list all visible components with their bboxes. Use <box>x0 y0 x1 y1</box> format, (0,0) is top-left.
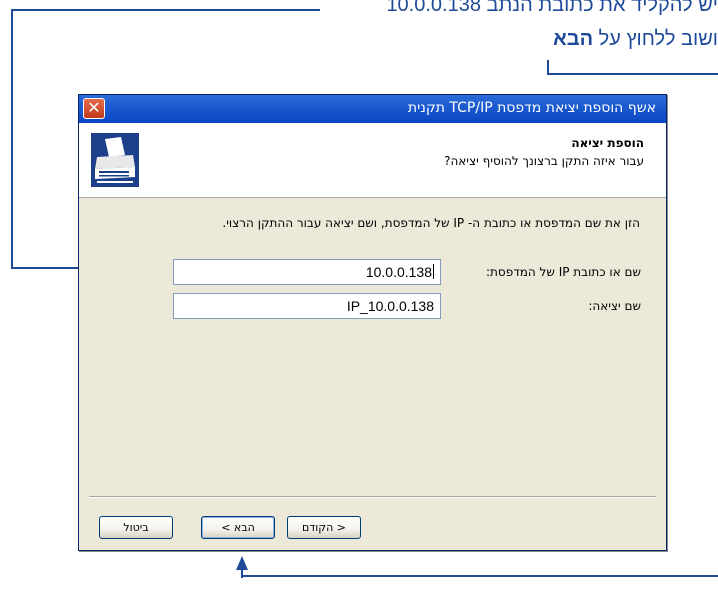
back-button[interactable]: < הקודם <box>287 516 361 539</box>
instruction-line-1: יש להקליד את כתובת הנתב 10.0.0.138 <box>386 0 718 16</box>
port-name-label: שם יציאה: <box>588 299 641 313</box>
ip-address-input[interactable]: 10.0.0.138 <box>173 259 441 285</box>
footer-divider <box>89 496 656 498</box>
title-bar: ✕ אשף הוספת יציאת מדפסת TCP/IP תקנית <box>79 95 666 123</box>
text-cursor <box>433 264 434 279</box>
printer-icon <box>91 133 139 187</box>
instruction-line-2-text: ושוב ללחוץ על <box>593 28 718 50</box>
header-title: הוספת יציאה <box>571 136 644 150</box>
dialog-title: אשף הוספת יציאת מדפסת TCP/IP תקנית <box>407 100 656 116</box>
ip-address-value: 10.0.0.138 <box>365 264 432 280</box>
ip-label: שם או כתובת IP של המדפסת: <box>485 265 641 279</box>
next-button[interactable]: הבא > <box>201 516 275 539</box>
instruction-line-2-bold: הבא <box>553 28 594 50</box>
instruction-line-2: ושוב ללחוץ על הבא <box>553 28 718 51</box>
close-icon[interactable]: ✕ <box>83 98 105 119</box>
wizard-header: הוספת יציאה עבור איזה התקן ברצונך להוסיף… <box>79 123 666 198</box>
add-port-wizard-dialog: ✕ אשף הוספת יציאת מדפסת TCP/IP תקנית הוס… <box>78 94 667 551</box>
wizard-instruction: הזן את שם המדפסת או כתובת ה- IP של המדפס… <box>222 216 640 230</box>
cancel-button[interactable]: ביטול <box>99 516 173 539</box>
port-name-input[interactable]: IP_10.0.0.138 <box>173 293 441 319</box>
header-subtitle: עבור איזה התקן ברצונך להוסיף יציאה? <box>444 154 644 168</box>
